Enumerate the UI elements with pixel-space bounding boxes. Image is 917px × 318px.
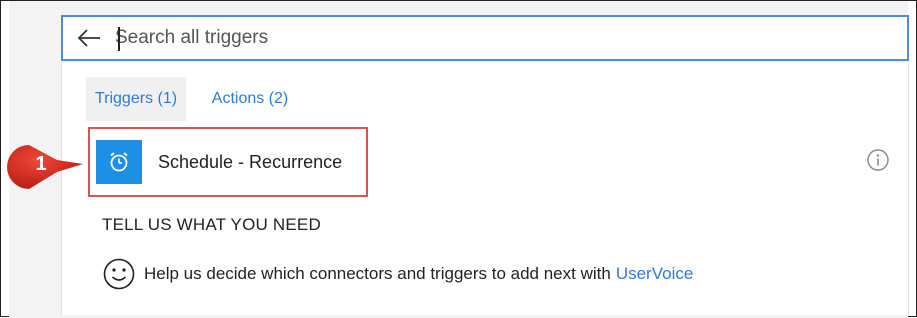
callout-number: 1	[35, 153, 47, 175]
window-frame: Triggers (1) Actions (2) Schedule - Recu…	[0, 0, 917, 318]
tab-triggers-label: Triggers (1)	[94, 90, 178, 107]
feedback-text: Help us decide which connectors and trig…	[144, 264, 611, 283]
search-input[interactable]	[115, 23, 875, 53]
back-arrow-icon[interactable]	[71, 20, 107, 56]
tab-triggers[interactable]: Triggers (1)	[86, 77, 186, 121]
search-bar	[61, 15, 909, 61]
tab-actions-label: Actions (2)	[211, 90, 289, 107]
trigger-schedule-recurrence[interactable]: Schedule - Recurrence	[88, 127, 368, 197]
tab-actions[interactable]: Actions (2)	[202, 77, 298, 121]
feedback-row: Help us decide which connectors and trig…	[102, 257, 693, 291]
trigger-label: Schedule - Recurrence	[158, 151, 343, 172]
alarm-clock-icon	[96, 140, 142, 184]
info-icon[interactable]	[866, 148, 890, 172]
smiley-icon	[103, 258, 135, 290]
text-caret	[118, 27, 120, 51]
section-title: TELL US WHAT YOU NEED	[102, 215, 321, 234]
uservoice-link[interactable]: UserVoice	[616, 264, 693, 284]
results-panel: Triggers (1) Actions (2) Schedule - Recu…	[61, 63, 909, 315]
